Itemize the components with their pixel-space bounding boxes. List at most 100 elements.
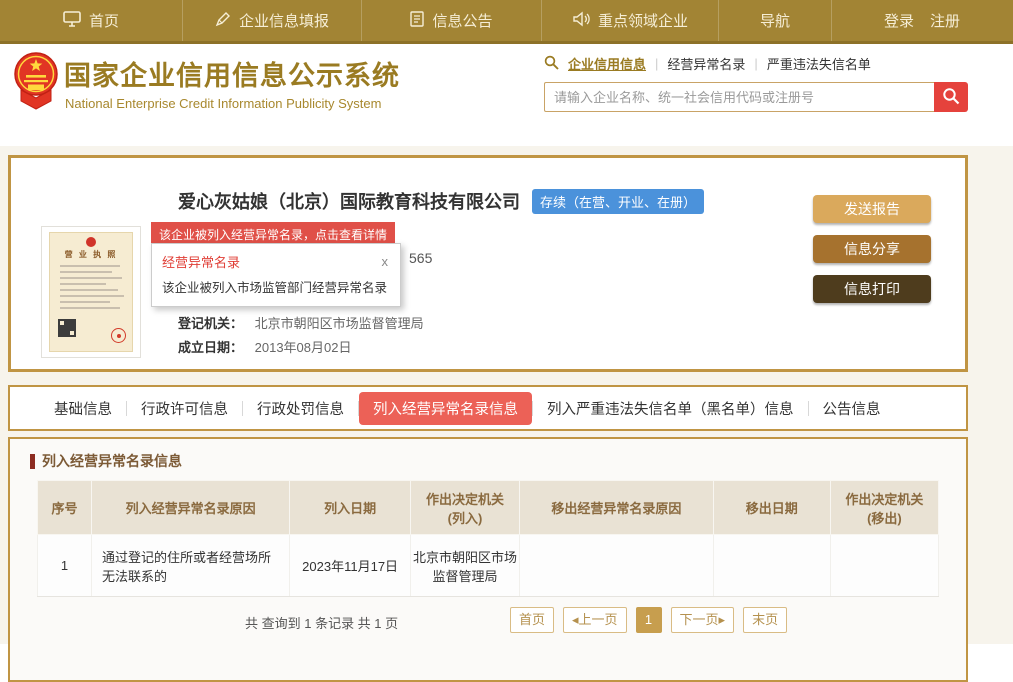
col-header-inclusion-date: 列入日期: [290, 481, 411, 535]
cell-removal-reason: [520, 535, 714, 597]
site-header: 国家企业信用信息公示系统 National Enterprise Credit …: [0, 44, 1013, 146]
license-text-line: [60, 289, 118, 291]
nav-item-label: 导航: [760, 10, 790, 31]
credit-code-fragment: 565: [409, 250, 432, 266]
nav-item-label: 信息公告: [432, 10, 492, 31]
record-summary: 共 查询到 1 条记录 共 1 页: [245, 613, 398, 632]
company-actions: 发送报告 信息分享 信息打印: [813, 195, 931, 303]
nav-item-key-field-enterprises[interactable]: 重点领域企业: [542, 0, 719, 41]
company-name-row: 爱心灰姑娘（北京）国际教育科技有限公司 存续（在营、开业、在册）: [178, 188, 704, 214]
col-header-removal-reason: 移出经营异常名录原因: [520, 481, 714, 535]
prev-page-button[interactable]: ◂上一页: [563, 607, 627, 633]
field-label: 成立日期：: [178, 340, 243, 355]
print-info-button[interactable]: 信息打印: [813, 275, 931, 303]
search-input[interactable]: [544, 82, 934, 112]
next-page-button[interactable]: 下一页▸: [671, 607, 735, 633]
tab-abnormal-operations[interactable]: 列入经营异常名录信息: [359, 392, 532, 425]
license-qr-code: [58, 319, 76, 337]
cell-inclusion-reason: 通过登记的住所或者经营场所无法联系的: [92, 535, 290, 597]
share-info-button[interactable]: 信息分享: [813, 235, 931, 263]
field-label: 登记机关：: [178, 316, 243, 331]
license-text-line: [60, 307, 120, 309]
nav-item-home[interactable]: 首页: [0, 0, 183, 41]
license-text-line: [60, 301, 110, 303]
nav-item-auth: 登录 注册: [832, 0, 1012, 41]
send-report-button[interactable]: 发送报告: [813, 195, 931, 223]
detail-tabs-card: 基础信息 行政许可信息 行政处罚信息 列入经营异常名录信息 列入严重违法失信名单…: [8, 385, 968, 431]
nav-item-label: 重点领域企业: [598, 10, 688, 31]
abnormal-popup-body: 该企业被列入市场监管部门经营异常名录: [152, 273, 400, 306]
col-header-inclusion-reason: 列入经营异常名录原因: [92, 481, 290, 535]
nav-item-label: 首页: [89, 10, 119, 31]
business-license-thumbnail[interactable]: 营 业 执 照: [41, 226, 141, 358]
tab-administrative-penalty[interactable]: 行政处罚信息: [243, 398, 358, 419]
col-header-removal-date: 移出日期: [713, 481, 830, 535]
business-license-document: 营 业 执 照: [49, 232, 133, 352]
search-button[interactable]: [934, 82, 968, 112]
tab-basic-info[interactable]: 基础信息: [40, 398, 126, 419]
last-page-button[interactable]: 末页: [743, 607, 787, 633]
nav-item-enterprise-filing[interactable]: 企业信息填报: [183, 0, 362, 41]
section-title-row: 列入经营异常名录信息: [30, 451, 182, 471]
search-icon: [942, 87, 960, 108]
nav-item-announcements[interactable]: 信息公告: [362, 0, 542, 41]
table-header-row: 序号 列入经营异常名录原因 列入日期 作出决定机关 (列入) 移出经营异常名录原…: [38, 481, 939, 535]
first-page-button[interactable]: 首页: [510, 607, 554, 633]
abnormal-popup-title: 经营异常名录: [162, 252, 240, 271]
divider: |: [655, 56, 658, 71]
nav-item-navigation-menu[interactable]: 导航: [719, 0, 832, 41]
national-emblem: [13, 52, 59, 115]
cell-deciding-authority-out: [830, 535, 938, 597]
search-tab-credit-info[interactable]: 企业信用信息: [568, 54, 646, 73]
tab-announcement-info[interactable]: 公告信息: [809, 398, 895, 419]
search-icon: [544, 55, 559, 73]
col-header-deciding-authority-in: 作出决定机关 (列入): [410, 481, 519, 535]
field-value: 北京市朝阳区市场监督管理局: [255, 316, 424, 331]
site-subtitle: National Enterprise Credit Information P…: [65, 96, 381, 111]
tab-serious-illegal-blacklist[interactable]: 列入严重违法失信名单（黑名单）信息: [533, 398, 808, 419]
bulletin-icon: [410, 11, 424, 31]
main-content: 营 业 执 照 爱心灰姑娘（北京）国际教育科技有限公司 存续（在营、开业、在册）…: [0, 146, 1013, 644]
tab-administrative-license[interactable]: 行政许可信息: [127, 398, 242, 419]
license-text-line: [60, 265, 120, 267]
register-link[interactable]: 注册: [930, 10, 960, 31]
license-seal-icon: [111, 328, 126, 343]
cell-seq: 1: [38, 535, 92, 597]
abnormal-operations-table: 序号 列入经营异常名录原因 列入日期 作出决定机关 (列入) 移出经营异常名录原…: [37, 480, 939, 597]
search-tab-abnormal-list[interactable]: 经营异常名录: [667, 54, 745, 73]
license-text-line: [60, 295, 124, 297]
search-area: 企业信用信息 | 经营异常名录 | 严重违法失信名单: [544, 54, 968, 112]
company-summary-card: 营 业 执 照 爱心灰姑娘（北京）国际教育科技有限公司 存续（在营、开业、在册）…: [8, 155, 968, 372]
pen-icon: [215, 11, 231, 31]
top-navigation: 首页 企业信息填报 信息公告 重点领域企业 导航 登录 注册: [0, 0, 1013, 44]
speaker-icon: [572, 11, 590, 31]
field-value: 2013年08月02日: [255, 340, 352, 355]
site-title: 国家企业信用信息公示系统: [64, 54, 400, 93]
col-header-deciding-authority-out: 作出决定机关 (移出): [830, 481, 938, 535]
company-name: 爱心灰姑娘（北京）国际教育科技有限公司: [178, 188, 520, 214]
abnormal-popup-header: 经营异常名录 x: [152, 244, 400, 273]
col-header-seq: 序号: [38, 481, 92, 535]
status-badge: 存续（在营、开业、在册）: [532, 189, 704, 214]
login-link[interactable]: 登录: [884, 10, 914, 31]
license-text-line: [60, 271, 112, 273]
table-footer: 共 查询到 1 条记录 共 1 页 首页 ◂上一页 1 下一页▸ 末页: [10, 601, 966, 641]
abnormal-list-card: 列入经营异常名录信息 序号 列入经营异常名录原因 列入日期 作出决定机关 (列入…: [8, 437, 968, 682]
license-title: 营 业 执 照: [50, 249, 132, 260]
close-icon[interactable]: x: [382, 254, 389, 269]
pagination: 首页 ◂上一页 1 下一页▸ 末页: [510, 607, 787, 633]
divider: |: [754, 56, 757, 71]
monitor-icon: [63, 11, 81, 31]
license-text-line: [60, 283, 106, 285]
current-page-button[interactable]: 1: [636, 607, 662, 633]
search-scope-tabs: 企业信用信息 | 经营异常名录 | 严重违法失信名单: [544, 54, 968, 73]
search-bar: [544, 82, 968, 112]
cell-removal-date: [713, 535, 830, 597]
cell-inclusion-date: 2023年11月17日: [290, 535, 411, 597]
search-tab-illegal-list[interactable]: 严重违法失信名单: [767, 54, 871, 73]
abnormal-popup: 经营异常名录 x 该企业被列入市场监管部门经营异常名录: [151, 243, 401, 307]
license-text-line: [60, 277, 122, 279]
field-registration-authority: 登记机关： 北京市朝阳区市场监督管理局: [178, 313, 424, 327]
nav-item-label: 企业信息填报: [239, 10, 329, 31]
field-establishment-date: 成立日期： 2013年08月02日: [178, 337, 424, 351]
